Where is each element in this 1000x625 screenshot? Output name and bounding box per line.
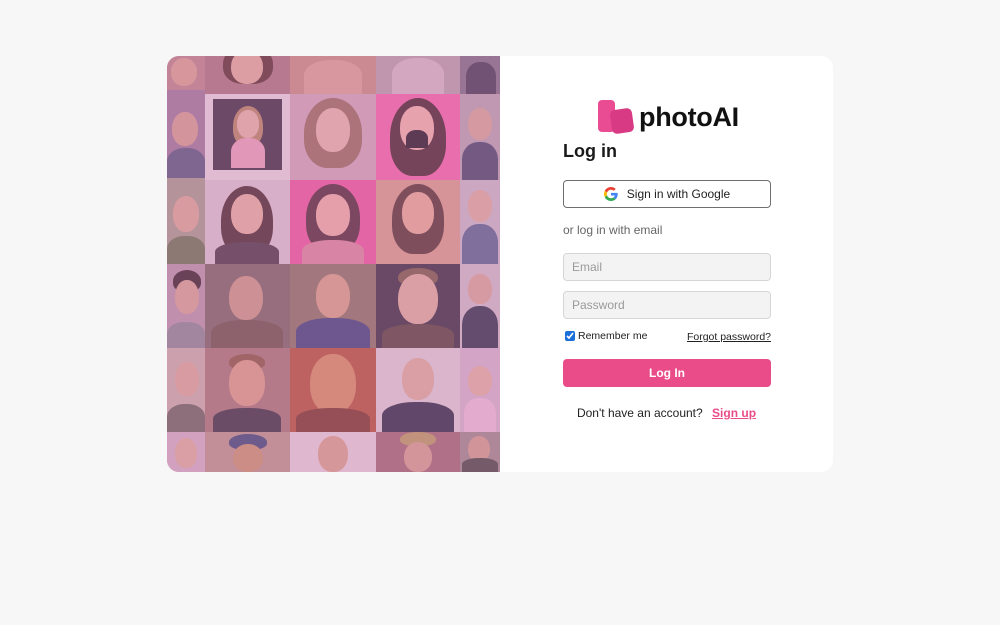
portrait-photo <box>290 180 376 264</box>
portrait-photo <box>460 432 500 472</box>
portrait-photo <box>205 94 290 180</box>
email-divider-text: or log in with email <box>563 223 663 237</box>
portrait-photo <box>376 94 460 180</box>
google-icon <box>603 187 618 201</box>
email-field[interactable] <box>563 253 771 281</box>
portrait-photo <box>376 180 460 264</box>
portrait-photo <box>167 264 205 348</box>
photo-mosaic <box>167 56 500 472</box>
remember-me-label: Remember me <box>578 330 648 342</box>
portrait-photo <box>167 348 205 432</box>
portrait-photo <box>460 348 500 432</box>
portrait-photo <box>205 180 290 264</box>
portrait-photo <box>290 56 376 94</box>
portrait-photo <box>205 348 290 432</box>
signup-prompt: Don't have an account? <box>576 406 703 420</box>
portrait-photo <box>376 432 460 472</box>
portrait-photo <box>205 56 290 94</box>
remember-me[interactable]: Remember me <box>565 330 647 342</box>
portrait-photo <box>290 432 376 472</box>
brand-logo[interactable]: photoAI <box>598 99 739 135</box>
portrait-photo <box>167 178 205 264</box>
login-submit-button[interactable]: Log In <box>563 359 771 387</box>
portrait-photo <box>167 432 205 472</box>
remember-me-checkbox[interactable] <box>565 331 575 341</box>
portrait-photo <box>167 90 205 178</box>
portrait-photo <box>460 56 500 94</box>
password-field[interactable] <box>563 291 771 319</box>
login-panel: photoAI Log in Sign in with Google or lo… <box>500 56 833 472</box>
portrait-photo <box>376 264 460 348</box>
photoai-logo-icon <box>598 99 635 135</box>
portrait-photo <box>460 94 500 180</box>
portrait-photo <box>376 348 460 432</box>
google-signin-label: Sign in with Google <box>626 187 731 201</box>
signup-link[interactable]: Sign up <box>712 406 756 420</box>
portrait-photo <box>167 56 205 90</box>
brand-name: photoAI <box>639 101 739 132</box>
portrait-photo <box>460 264 500 348</box>
login-card: photoAI Log in Sign in with Google or lo… <box>167 56 833 472</box>
portrait-photo <box>460 180 500 264</box>
portrait-photo <box>376 56 460 94</box>
portrait-photo <box>290 348 376 432</box>
portrait-photo <box>290 264 376 348</box>
portrait-photo <box>205 432 290 472</box>
google-signin-button[interactable]: Sign in with Google <box>563 180 771 208</box>
forgot-password-link[interactable]: Forgot password? <box>687 331 771 343</box>
portrait-photo <box>205 264 290 348</box>
signup-row: Don't have an account? Sign up <box>500 406 833 420</box>
portrait-photo <box>290 94 376 180</box>
page-title: Log in <box>563 141 617 161</box>
